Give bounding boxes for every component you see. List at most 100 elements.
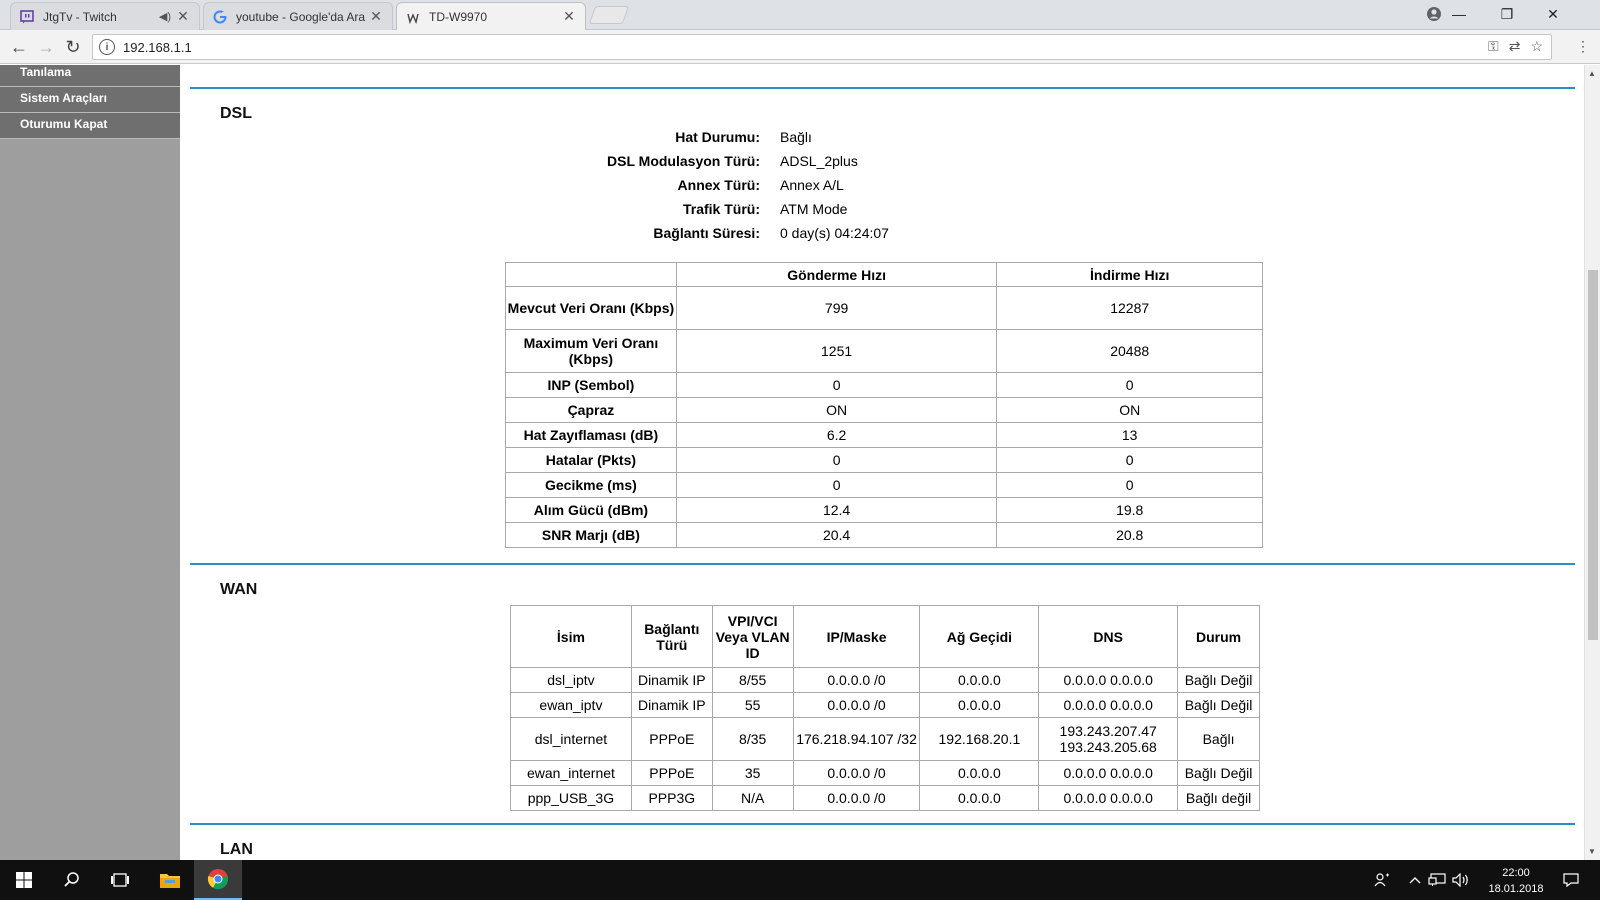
file-explorer-icon[interactable] — [146, 860, 194, 900]
windows-start-icon[interactable] — [0, 860, 48, 900]
wan-dns: 193.243.207.47 193.243.205.68 — [1038, 717, 1179, 761]
field-label: Trafik Türü: — [682, 201, 760, 217]
translate-icon[interactable]: ⇄ — [1509, 38, 1521, 55]
google-icon — [212, 9, 228, 25]
restore-icon[interactable]: ❐ — [1484, 0, 1530, 28]
tplink-icon — [405, 9, 421, 25]
upstream-value: 0 — [675, 447, 998, 473]
upstream-value: 799 — [675, 286, 998, 330]
wan-name: dsl_iptv — [510, 667, 632, 693]
tab-label: JtgTv - Twitch — [43, 9, 117, 24]
wan-name: dsl_internet — [510, 717, 632, 761]
address-bar[interactable]: i 192.168.1.1 ⚿ ⇄ ☆ — [92, 34, 1552, 60]
speaker-icon[interactable]: ◀) — [159, 10, 171, 23]
forward-icon[interactable]: → — [33, 35, 59, 59]
scrollbar-thumb[interactable] — [1588, 270, 1598, 640]
row-label: Mevcut Veri Oranı (Kbps) — [505, 286, 677, 330]
scroll-down-icon[interactable]: ▼ — [1588, 847, 1596, 856]
sidebar-item-sistem-araclari[interactable]: Sistem Araçları — [0, 87, 180, 113]
wan-type: Dinamik IP — [630, 667, 713, 693]
wan-status: Bağlı — [1177, 717, 1260, 761]
tab-strip: JtgTv - Twitch ◀) ✕ youtube - Google'da … — [0, 0, 1600, 30]
back-icon[interactable]: ← — [6, 35, 32, 59]
page-viewport: Tanılama Sistem Araçları Oturumu Kapat D… — [0, 65, 1584, 860]
tab-twitch[interactable]: JtgTv - Twitch ◀) ✕ — [10, 2, 200, 30]
upstream-value: 0 — [675, 372, 998, 398]
wan-ip: 0.0.0.0 /0 — [792, 785, 921, 811]
new-tab-button[interactable] — [588, 6, 630, 24]
downstream-value: 0 — [996, 372, 1263, 398]
network-icon[interactable] — [1426, 860, 1448, 900]
close-tab-icon[interactable]: ✕ — [368, 8, 384, 25]
field-value: Bağlı — [780, 129, 812, 145]
close-tab-icon[interactable]: ✕ — [175, 8, 191, 25]
chevron-up-icon[interactable] — [1406, 860, 1424, 900]
wan-dns: 0.0.0.0 0.0.0.0 — [1038, 692, 1179, 718]
reload-icon[interactable]: ↻ — [60, 35, 86, 59]
table-header: IP/Maske — [792, 605, 921, 668]
table-row: SNR Marjı (dB) 20.4 20.8 — [505, 522, 1263, 548]
people-icon[interactable] — [1370, 860, 1394, 900]
cut-off-row — [620, 65, 624, 74]
sidebar-item-tanilama[interactable]: Tanılama — [0, 65, 180, 87]
tab-google[interactable]: youtube - Google'da Ara ✕ — [203, 2, 393, 30]
action-center-icon[interactable] — [1556, 860, 1586, 900]
table-row: ppp_USB_3G PPP3G N/A 0.0.0.0 /0 0.0.0.0 … — [510, 785, 1260, 811]
browser-menu-icon[interactable]: ⋮ — [1576, 38, 1590, 55]
task-view-icon[interactable] — [96, 860, 144, 900]
upstream-value: 20.4 — [675, 522, 998, 548]
downstream-value: 12287 — [996, 286, 1263, 330]
table-header: Bağlantı Türü — [630, 605, 713, 668]
url-text: 192.168.1.1 — [123, 39, 192, 55]
row-label: Maximum Veri Oranı (Kbps) — [505, 329, 677, 373]
wan-dns: 0.0.0.0 0.0.0.0 — [1038, 760, 1179, 786]
search-icon[interactable] — [48, 860, 96, 900]
table-row: dsl_internet PPPoE 8/35 176.218.94.107 /… — [510, 717, 1260, 761]
field-value: ADSL_2plus — [780, 153, 858, 169]
field-label: Bağlantı Süresi: — [653, 225, 760, 241]
tab-td-w9970[interactable]: TD-W9970 ✕ — [396, 2, 586, 30]
table-header: DNS — [1038, 605, 1179, 668]
info-icon[interactable]: i — [99, 39, 115, 55]
field-value: 0 day(s) 04:24:07 — [780, 225, 889, 241]
wan-name: ewan_iptv — [510, 692, 632, 718]
downstream-value: ON — [996, 397, 1263, 423]
wan-type: PPP3G — [630, 785, 713, 811]
downstream-value: 20.8 — [996, 522, 1263, 548]
table-header-row: Gönderme Hızı İndirme Hızı — [505, 262, 1263, 287]
sidebar-item-label: Oturumu Kapat — [20, 117, 108, 131]
wan-type: PPPoE — [630, 717, 713, 761]
row-label: Hatalar (Pkts) — [505, 447, 677, 473]
table-row: Çapraz ON ON — [505, 397, 1263, 423]
table-row: ewan_iptv Dinamik IP 55 0.0.0.0 /0 0.0.0… — [510, 692, 1260, 718]
sidebar-item-oturumu-kapat[interactable]: Oturumu Kapat — [0, 113, 180, 139]
bookmark-star-icon[interactable]: ☆ — [1530, 38, 1543, 55]
taskbar-clock[interactable]: 22:00 18.01.2018 — [1486, 865, 1546, 897]
page-scrollbar[interactable]: ▲ ▼ — [1584, 65, 1600, 860]
downstream-value: 20488 — [996, 329, 1263, 373]
field-label: Annex Türü: — [677, 177, 760, 193]
chrome-taskbar-icon[interactable] — [194, 860, 242, 900]
row-label: Alım Gücü (dBm) — [505, 497, 677, 523]
field-value: Annex A/L — [780, 177, 844, 193]
wan-gateway: 0.0.0.0 — [919, 692, 1040, 718]
field-label: Hat Durumu: — [675, 129, 760, 145]
minimize-icon[interactable]: — — [1436, 0, 1482, 28]
section-divider — [190, 823, 1575, 825]
wan-gateway: 0.0.0.0 — [919, 760, 1040, 786]
table-header: Durum — [1177, 605, 1260, 668]
table-header — [505, 262, 677, 287]
key-icon[interactable]: ⚿ — [1488, 38, 1499, 55]
wan-name: ewan_internet — [510, 760, 632, 786]
wan-dns: 0.0.0.0 0.0.0.0 — [1038, 785, 1179, 811]
table-row: ewan_internet PPPoE 35 0.0.0.0 /0 0.0.0.… — [510, 760, 1260, 786]
table-row: Gecikme (ms) 0 0 — [505, 472, 1263, 498]
table-header: İndirme Hızı — [996, 262, 1263, 287]
close-tab-icon[interactable]: ✕ — [561, 8, 577, 25]
wan-table: İsim Bağlantı Türü VPI/VCI Veya VLAN ID … — [510, 605, 1260, 811]
close-window-icon[interactable]: ✕ — [1530, 0, 1576, 28]
table-row: dsl_iptv Dinamik IP 8/55 0.0.0.0 /0 0.0.… — [510, 667, 1260, 693]
table-header: Gönderme Hızı — [675, 262, 998, 287]
scroll-up-icon[interactable]: ▲ — [1588, 69, 1596, 78]
volume-icon[interactable] — [1450, 860, 1472, 900]
